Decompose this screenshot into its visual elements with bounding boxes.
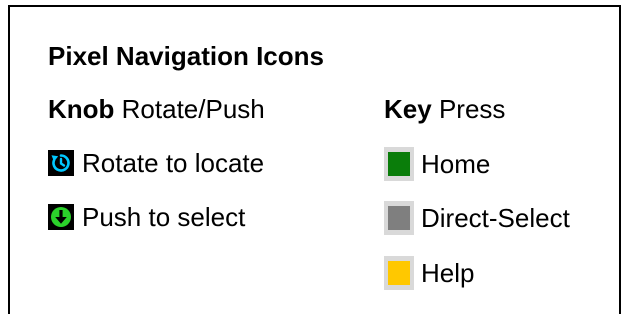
- home-key-icon: [384, 147, 414, 181]
- key-item-label: Direct-Select: [421, 203, 570, 233]
- knob-heading-rest: Rotate/Push: [121, 94, 265, 124]
- knob-item-push: Push to select: [48, 201, 245, 233]
- rotate-icon: [48, 150, 74, 176]
- key-item-label: Help: [421, 258, 475, 288]
- help-key-color: [388, 261, 410, 285]
- key-heading-rest: Press: [438, 94, 506, 124]
- direct-select-key-color: [388, 206, 410, 230]
- direct-select-key-icon: [384, 201, 414, 235]
- knob-heading-bold: Knob: [48, 94, 115, 124]
- knob-item-rotate: Rotate to locate: [48, 147, 264, 179]
- knob-item-label: Rotate to locate: [82, 148, 265, 178]
- help-key-icon: [384, 256, 414, 290]
- key-item-direct-select: Direct-Select: [384, 201, 570, 235]
- knob-heading: Knob Rotate/Push: [48, 93, 265, 125]
- key-heading: Key Press: [384, 93, 505, 125]
- push-icon: [48, 204, 74, 230]
- home-key-color: [388, 152, 410, 176]
- key-item-home: Home: [384, 147, 490, 181]
- key-item-help: Help: [384, 256, 474, 290]
- key-item-label: Home: [421, 149, 491, 179]
- knob-item-label: Push to select: [82, 202, 246, 232]
- legend-title: Pixel Navigation Icons: [48, 41, 324, 71]
- key-heading-bold: Key: [384, 94, 432, 124]
